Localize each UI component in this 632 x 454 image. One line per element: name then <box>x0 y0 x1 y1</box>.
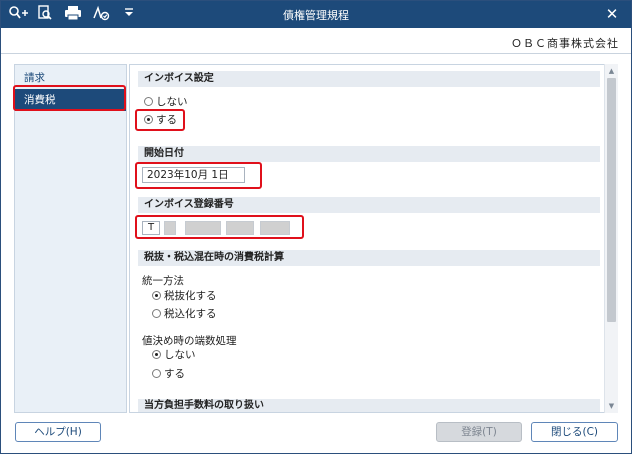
scroll-up-icon[interactable]: ▲ <box>605 65 618 77</box>
registration-digits-3 <box>226 221 254 235</box>
settings-panel <box>129 64 618 413</box>
vertical-scrollbar[interactable]: ▲ ▼ <box>604 64 618 413</box>
radio-off-icon <box>152 309 161 318</box>
close-button[interactable]: 閉じる(C) <box>531 422 618 442</box>
section-fee-handling: 当方負担手数料の取り扱い <box>138 399 600 412</box>
radio-on-icon <box>152 291 161 300</box>
scroll-down-icon[interactable]: ▼ <box>605 400 618 412</box>
rounding-label: 値決め時の端数処理 <box>142 335 237 347</box>
help-button[interactable]: ヘルプ(H) <box>15 422 101 442</box>
sidebar-item-consumption-tax[interactable]: 消費税 <box>15 89 126 111</box>
radio-on-icon <box>152 350 161 359</box>
unify-radio-inclusive[interactable]: 税込化する <box>152 307 217 321</box>
close-icon[interactable]: ✕ <box>603 5 621 23</box>
sidebar-item-billing[interactable]: 請求 <box>15 67 126 89</box>
invoice-on-label: する <box>156 114 177 126</box>
registration-digits-4 <box>260 221 290 235</box>
unify-method-label: 統一方法 <box>142 275 184 287</box>
invoice-radio-on[interactable]: する <box>144 113 177 127</box>
radio-off-icon <box>152 369 161 378</box>
register-button[interactable]: 登録(T) <box>436 422 522 442</box>
unify-inclusive-label: 税込化する <box>164 308 217 320</box>
registration-digits-2 <box>185 221 221 235</box>
start-date-field[interactable]: 2023年10月 1日 <box>142 167 245 183</box>
unify-exclusive-label: 税抜化する <box>164 290 217 302</box>
rounding-radio-off[interactable]: しない <box>152 348 196 362</box>
section-invoice-settings: インボイス設定 <box>138 71 600 87</box>
scroll-thumb[interactable] <box>607 78 616 322</box>
unify-radio-exclusive[interactable]: 税抜化する <box>152 289 217 303</box>
header-divider <box>1 53 631 54</box>
radio-off-icon <box>144 97 153 106</box>
registration-digits-1 <box>164 221 176 235</box>
rounding-on-label: する <box>164 368 185 380</box>
section-tax-calculation: 税抜・税込混在時の消費税計算 <box>138 250 600 266</box>
rounding-off-label: しない <box>164 349 196 361</box>
registration-prefix: T <box>142 221 160 235</box>
section-start-date: 開始日付 <box>138 146 600 162</box>
invoice-off-label: しない <box>156 96 188 108</box>
sidebar: 請求 消費税 <box>14 64 127 413</box>
company-name: ＯＢＣ商事株式会社 <box>511 37 619 50</box>
title-bar: 債権管理規程 ✕ <box>1 1 631 28</box>
window-title: 債権管理規程 <box>283 9 349 22</box>
radio-on-icon <box>144 115 153 124</box>
rounding-radio-on[interactable]: する <box>152 367 185 381</box>
app-window: 債権管理規程 ✕ ＯＢＣ商事株式会社 請求 消費税 ▲ ▼ インボイス設定 しな… <box>0 0 632 454</box>
registration-number-field[interactable]: T <box>142 221 302 235</box>
invoice-radio-off[interactable]: しない <box>144 95 188 109</box>
section-registration-number: インボイス登録番号 <box>138 197 600 213</box>
